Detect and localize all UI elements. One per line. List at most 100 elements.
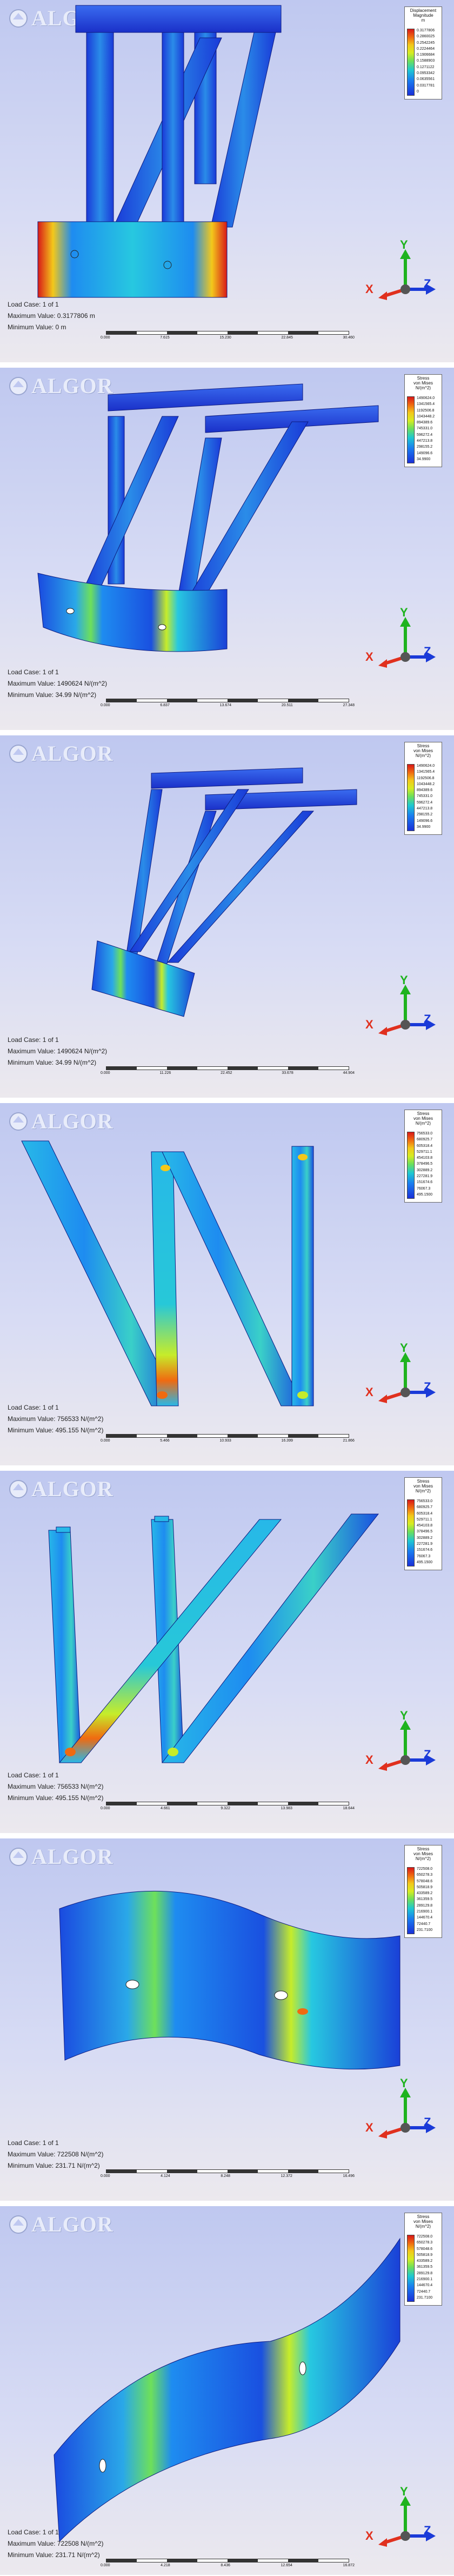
legend-title: Stress von Mises N/(m^2) [413,743,433,758]
contour-legend: Stress von Mises N/(m^2) 1490624.0 1341565.… [404,374,442,467]
scale-labels: 0.000 5.466 10.933 16.399 21.866 [101,1439,355,1443]
maximum-value: Maximum Value: 722508 N/(m^2) [8,2150,104,2158]
minimum-value: Minimum Value: 231.71 N/(m^2) [8,2551,100,2559]
contour-legend: Stress von Mises N/(m^2) 1490624.0 1341565.… [404,742,442,835]
axis-label-x: X [365,1385,373,1399]
maximum-value: Maximum Value: 1490624 N/(m^2) [8,1047,108,1055]
axis-label-x: X [365,1018,373,1031]
contour-legend: Stress von Mises N/(m^2) 722508.0 650278.3 5… [404,1845,442,1938]
load-case: Load Case: 1 of 1 [8,2139,59,2147]
result-info: Load Case: 1 of 1 Maximum Value: 756533 … [8,1404,103,1438]
maximum-value: Maximum Value: 756533 N/(m^2) [8,1415,104,1423]
maximum-value: Maximum Value: 756533 N/(m^2) [8,1783,104,1790]
axis-triad [378,249,436,300]
load-case: Load Case: 1 of 1 [8,1404,59,1411]
axis-triad [378,985,436,1035]
legend-color-bar [407,396,415,463]
axis-label-y: Y [400,973,408,987]
axis-triad [378,2496,436,2547]
result-info: Load Case: 1 of 1 Maximum Value: 722508 … [8,2139,103,2173]
minimum-value: Minimum Value: 495.155 N/(m^2) [8,1794,104,1802]
axis-label-z: Z [424,277,431,290]
axis-label-y: Y [400,2076,408,2090]
axis-triad [378,1720,436,1771]
minimum-value: Minimum Value: 0 m [8,323,66,331]
scale-labels: 0.000 4.218 8.436 12.654 16.872 [101,2564,355,2567]
scale-bar: 0.000 5.466 10.933 16.399 21.866 [101,1434,355,1443]
legend-values: 756533.0 680925.7 605318.4 529711.1 454103.8… [417,1499,433,1564]
legend-color-bar [407,2235,415,2302]
legend-values: 756533.0 680925.7 605318.4 529711.1 454103.8… [417,1132,433,1197]
result-info: Load Case: 1 of 1 Maximum Value: 722508 … [8,2528,103,2562]
scale-labels: 0.000 11.226 22.452 33.678 44.904 [101,1071,355,1075]
result-panel-plate-front: ALGOR Stress von Mises N/(m^2) 722508.0 650… [0,1838,454,2202]
result-info: Load Case: 1 of 1 Maximum Value: 0.31778… [8,301,95,335]
axis-label-y: Y [400,2485,408,2498]
scale-bar-graphic [106,2559,349,2562]
scale-bar-graphic [106,2169,349,2173]
minimum-value: Minimum Value: 231.71 N/(m^2) [8,2162,100,2169]
axis-triad [378,2088,436,2139]
axis-label-x: X [365,2121,373,2134]
result-panel-displacement: ALGOR Displacement Magnitude m 0.3177806 0.… [0,0,454,363]
axis-label-z: Z [424,645,431,658]
minimum-value: Minimum Value: 34.99 N/(m^2) [8,1059,97,1066]
legend-color-bar [407,1867,415,1934]
scale-bar-graphic [106,699,349,702]
axis-label-z: Z [424,2115,431,2129]
maximum-value: Maximum Value: 1490624 N/(m^2) [8,680,108,687]
result-info: Load Case: 1 of 1 Maximum Value: 1490624… [8,668,107,702]
result-info: Load Case: 1 of 1 Maximum Value: 1490624… [8,1036,107,1070]
axis-label-z: Z [424,1012,431,1026]
contour-legend: Stress von Mises N/(m^2) 756533.0 680925.7 6… [404,1477,442,1570]
axis-triad [378,617,436,668]
scale-bar: 0.000 4.661 9.322 13.983 18.644 [101,1802,355,1810]
axis-label-z: Z [424,1380,431,1393]
scale-bar-graphic [106,1434,349,1438]
result-panel-braces-back: ALGOR Stress von Mises N/(m^2) 756533.0 680… [0,1471,454,1834]
result-panel-plate-back: ALGOR Stress von Mises N/(m^2) 722508.0 650… [0,2206,454,2576]
legend-color-bar [407,1132,415,1199]
axis-label-x: X [365,2529,373,2542]
scale-labels: 0.000 7.615 15.230 22.845 30.460 [101,336,355,340]
scale-bar: 0.000 6.837 13.674 20.511 27.348 [101,699,355,707]
legend-color-bar [407,1499,415,1566]
axis-label-x: X [365,1753,373,1767]
legend-title: Stress von Mises N/(m^2) [413,376,433,390]
result-panel-stress-side: ALGOR Stress von Mises N/(m^2) 1490624.0 13… [0,735,454,1099]
result-panel-stress-iso: ALGOR Stress von Mises N/(m^2) 1490624.0 13… [0,368,454,731]
axis-triad [378,1352,436,1403]
minimum-value: Minimum Value: 495.155 N/(m^2) [8,1426,104,1434]
legend-title: Stress von Mises N/(m^2) [413,2214,433,2229]
legend-color-bar [407,764,415,831]
load-case: Load Case: 1 of 1 [8,1771,59,1779]
scale-bar: 0.000 4.218 8.436 12.654 16.872 [101,2559,355,2567]
axis-label-y: Y [400,1341,408,1355]
scale-bar: 0.000 7.615 15.230 22.845 30.460 [101,331,355,340]
load-case: Load Case: 1 of 1 [8,301,59,308]
maximum-value: Maximum Value: 0.3177806 m [8,312,95,320]
legend-title: Stress von Mises N/(m^2) [413,1847,433,1861]
scale-bar: 0.000 11.226 22.452 33.678 44.904 [101,1066,355,1075]
scale-labels: 0.000 4.124 8.248 12.372 16.496 [101,2174,355,2178]
scale-bar-graphic [106,1802,349,1805]
axis-label-z: Z [424,1748,431,1761]
contour-legend: Stress von Mises N/(m^2) 756533.0 680925.7 6… [404,1110,442,1203]
axis-label-y: Y [400,1709,408,1722]
legend-values: 722508.0 650278.3 578048.6 505818.9 433589.2… [417,1867,433,1932]
axis-label-y: Y [400,606,408,619]
legend-values: 1490624.0 1341565.4 1192506.8 1043448.2 8943… [417,396,435,461]
legend-title: Stress von Mises N/(m^2) [413,1479,433,1493]
scale-bar-graphic [106,331,349,335]
axis-label-y: Y [400,238,408,251]
load-case: Load Case: 1 of 1 [8,668,59,676]
legend-title: Stress von Mises N/(m^2) [413,1111,433,1126]
axis-label-z: Z [424,2524,431,2537]
legend-color-bar [407,29,415,96]
contour-legend: Stress von Mises N/(m^2) 722508.0 650278.3 5… [404,2213,442,2306]
load-case: Load Case: 1 of 1 [8,2528,59,2536]
scale-bar: 0.000 4.124 8.248 12.372 16.496 [101,2169,355,2178]
result-panel-braces-front: ALGOR Stress von Mises N/(m^2) 756533.0 680… [0,1103,454,1466]
axis-label-x: X [365,650,373,663]
load-case: Load Case: 1 of 1 [8,1036,59,1044]
